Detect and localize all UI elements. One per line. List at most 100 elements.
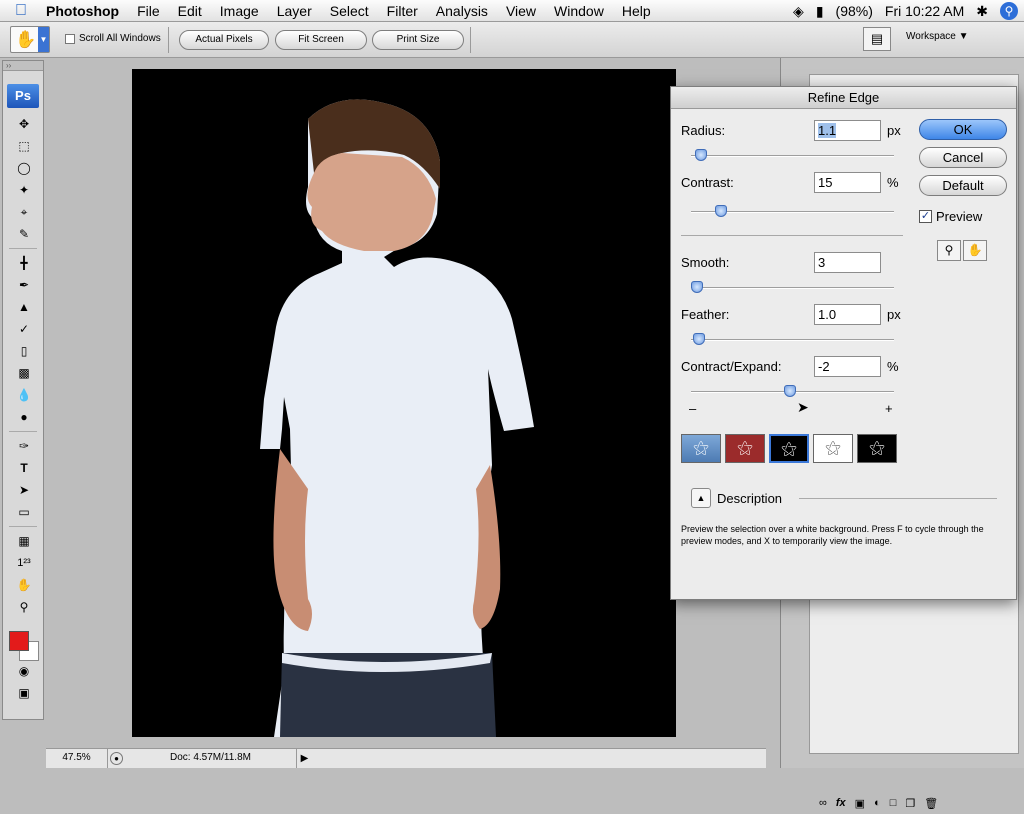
cancel-button[interactable]: Cancel [919,147,1007,168]
apple-icon[interactable]:  [0,2,42,20]
fit-screen-button[interactable]: Fit Screen [275,30,367,50]
bluetooth-icon[interactable]: ✱ [976,3,988,20]
default-button[interactable]: Default [919,175,1007,196]
history-brush-tool-icon[interactable]: ✓ [13,319,35,339]
app-menu[interactable]: Photoshop [42,0,128,22]
contract-expand-field[interactable]: -2 [814,356,881,377]
description-title: Description [717,491,783,506]
clone-stamp-tool-icon[interactable]: ▲ [13,297,35,317]
zoom-level[interactable]: 47.5% [46,749,108,768]
feather-slider-thumb[interactable] [693,333,706,345]
count-tool-icon[interactable]: 1²³ [13,553,35,573]
radius-slider-thumb[interactable] [695,149,708,161]
move-tool-icon[interactable]: ✥ [13,114,35,134]
quick-mask-icon[interactable]: ◉ [13,661,35,681]
workspace-label: Workspace [906,31,956,42]
standard-mode-icon[interactable]: ⚝ [681,434,721,463]
color-swatches[interactable] [3,619,43,661]
spotlight-icon[interactable]: ⚲ [1000,2,1018,20]
scroll-all-windows-checkbox[interactable]: Scroll All Windows [65,33,161,44]
battery-percent[interactable]: (98%) [836,3,873,19]
wifi-icon[interactable]: ◈ [793,3,804,20]
brush-tool-icon[interactable]: ✒ [13,275,35,295]
battery-icon[interactable]: ▮ [816,3,824,20]
menu-layer[interactable]: Layer [268,0,321,22]
toolbox-header[interactable]: ›› [3,61,43,71]
bridge-button[interactable]: ▤ [863,27,891,51]
on-white-mode-icon[interactable]: ⚝ [813,434,853,463]
divider [9,248,37,249]
document-image[interactable] [132,69,676,737]
foreground-color-swatch[interactable] [9,631,29,651]
notes-tool-icon[interactable]: ▦ [13,531,35,551]
eraser-tool-icon[interactable]: ▯ [13,341,35,361]
new-layer-icon[interactable]: ❐ [905,797,915,810]
magic-wand-tool-icon[interactable]: ✦ [13,180,35,200]
smooth-slider[interactable] [691,287,894,289]
on-black-mode-icon[interactable]: ⚝ [769,434,809,463]
new-group-icon[interactable]: □ [890,797,897,809]
lasso-tool-icon[interactable]: ◯ [13,158,35,178]
adjustment-layer-icon[interactable]: ◐ [874,797,881,809]
status-info-icon[interactable]: ● [110,752,123,765]
add-mask-icon[interactable]: ▣ [855,797,865,810]
screen-mode-icon[interactable]: ▣ [13,683,35,703]
healing-brush-tool-icon[interactable]: ╋ [13,253,35,273]
menu-help[interactable]: Help [613,0,660,22]
contract-expand-slider-thumb[interactable] [784,385,797,397]
feather-label: Feather: [681,307,730,322]
divider [470,27,471,53]
contrast-slider-thumb[interactable] [715,205,728,217]
gradient-tool-icon[interactable]: ▩ [13,363,35,383]
actual-pixels-button[interactable]: Actual Pixels [179,30,269,50]
link-layers-icon[interactable]: ∞ [819,797,827,809]
path-selection-tool-icon[interactable]: ➤ [13,480,35,500]
menu-view[interactable]: View [497,0,545,22]
ps-logo[interactable]: Ps [7,84,39,108]
radius-field[interactable]: 1.1 [814,120,881,141]
radius-slider[interactable] [691,155,894,157]
type-tool-icon[interactable]: T [13,458,35,478]
status-menu-arrow-icon[interactable]: ▶ [296,749,312,768]
contrast-label: Contrast: [681,175,734,190]
ok-button[interactable]: OK [919,119,1007,140]
tool-preset-picker[interactable]: ✋ ▼ [10,26,50,53]
hand-tool-icon[interactable]: ✋ [13,575,35,595]
dodge-tool-icon[interactable]: ● [13,407,35,427]
disclosure-triangle-icon[interactable]: ▲ [691,488,711,508]
shape-tool-icon[interactable]: ▭ [13,502,35,522]
smooth-slider-thumb[interactable] [691,281,704,293]
quick-mask-mode-icon[interactable]: ⚝ [725,434,765,463]
menu-analysis[interactable]: Analysis [427,0,497,22]
document-canvas[interactable] [46,60,778,748]
marquee-tool-icon[interactable]: ⬚ [13,136,35,156]
divider [168,27,169,53]
smooth-field[interactable]: 3 [814,252,881,273]
fx-icon[interactable]: fx [836,797,846,809]
preview-label: Preview [936,209,983,224]
contrast-field[interactable]: 15 [814,172,881,193]
menu-window[interactable]: Window [545,0,613,22]
feather-slider[interactable] [691,339,894,341]
zoom-tool-icon[interactable]: ⚲ [13,597,35,617]
eyedropper-tool-icon[interactable]: ✎ [13,224,35,244]
pen-tool-icon[interactable]: ✑ [13,436,35,456]
hand-icon[interactable]: ✋ [963,240,987,261]
clock[interactable]: Fri 10:22 AM [885,3,964,19]
menu-file[interactable]: File [128,0,169,22]
zoom-icon[interactable]: ⚲ [937,240,961,261]
menu-image[interactable]: Image [211,0,268,22]
mask-mode-icon[interactable]: ⚝ [857,434,897,463]
preview-checkbox[interactable]: ✓ Preview [919,209,982,224]
feather-field[interactable]: 1.0 [814,304,881,325]
print-size-button[interactable]: Print Size [372,30,464,50]
workspace-menu[interactable]: Workspace ▼ [906,31,969,42]
blur-tool-icon[interactable]: 💧 [13,385,35,405]
menu-filter[interactable]: Filter [378,0,427,22]
description-text: Preview the selection over a white backg… [681,524,984,546]
menu-select[interactable]: Select [321,0,378,22]
chevron-down-icon: ▼ [38,27,49,52]
menu-edit[interactable]: Edit [169,0,211,22]
trash-icon[interactable]: 🗑 [924,797,938,810]
crop-tool-icon[interactable]: ⌖ [13,202,35,222]
